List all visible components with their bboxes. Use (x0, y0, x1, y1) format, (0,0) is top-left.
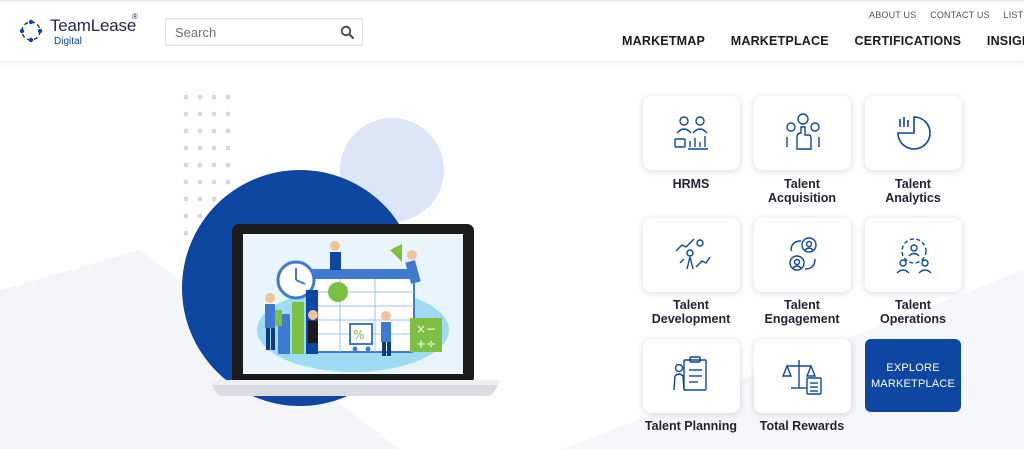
talent-planning-icon (672, 356, 707, 391)
laptop-illustration: ×− +÷ % (210, 224, 500, 396)
nav-marketmap[interactable]: MARKETMAP (622, 34, 705, 48)
brand-sub: Digital (54, 36, 82, 47)
search-box (165, 18, 363, 46)
site-header: TeamLease ® Digital ABOUT US CONTACT US … (0, 2, 1024, 62)
svg-text:×−: ×− (416, 322, 436, 336)
tile-talent-analytics-label: Talent Analytics (885, 177, 941, 205)
tile-talent-operations[interactable] (865, 218, 962, 292)
tile-talent-operations-label: Talent Operations (880, 298, 946, 326)
talent-engagement-icon (788, 237, 817, 271)
svg-text:+÷: +÷ (416, 337, 436, 351)
explore-line-2: MARKETPLACE (870, 377, 956, 390)
tile-talent-acquisition[interactable] (754, 96, 851, 170)
nav-insights[interactable]: INSIGHTS (987, 34, 1024, 48)
tile-hrms[interactable] (643, 96, 740, 170)
contact-us-link[interactable]: CONTACT US (930, 10, 990, 20)
nav-marketplace[interactable]: MARKETPLACE (731, 34, 829, 48)
tile-talent-planning-label: Talent Planning (644, 419, 738, 433)
explore-line-1: EXPLORE (886, 361, 940, 374)
about-us-link[interactable]: ABOUT US (869, 10, 916, 20)
svg-text:%: % (353, 328, 364, 342)
talent-development-icon (675, 238, 711, 270)
nav-certifications[interactable]: CERTIFICATIONS (854, 34, 961, 48)
search-icon[interactable] (340, 25, 354, 39)
list-your-link[interactable]: LIST YO (1004, 10, 1024, 20)
nav-insights-label: INSIGHTS (986, 34, 1024, 48)
tile-talent-development-label: Talent Development (651, 298, 731, 326)
talent-operations-icon (896, 238, 931, 274)
tile-total-rewards[interactable] (754, 339, 851, 413)
explore-marketplace-button[interactable]: EXPLORE MARKETPLACE (865, 339, 961, 412)
utility-links: ABOUT US CONTACT US LIST YO (869, 10, 1024, 20)
total-rewards-icon (781, 360, 822, 395)
brand-registered-mark: ® (132, 12, 138, 21)
hrms-icon (673, 116, 708, 150)
talent-acquisition-icon (785, 113, 820, 150)
main-nav: MARKETMAP MARKETPLACE CERTIFICATIONS INS… (622, 34, 1024, 48)
brand-name: TeamLease (50, 16, 137, 35)
tile-total-rewards-label: Total Rewards (759, 419, 845, 433)
tile-talent-planning[interactable] (643, 339, 740, 413)
logo-icon (19, 19, 43, 43)
search-input[interactable] (166, 19, 336, 45)
tile-talent-analytics[interactable] (865, 96, 962, 170)
tile-talent-engagement-label: Talent Engagement (764, 298, 840, 326)
tile-talent-engagement[interactable] (754, 218, 851, 292)
talent-analytics-icon (896, 116, 931, 150)
explore-marketplace-text: EXPLORE MARKETPLACE (871, 360, 955, 392)
tile-talent-acquisition-label: Talent Acquisition (767, 177, 837, 205)
tile-hrms-label: HRMS (672, 177, 710, 191)
teamlease-logo[interactable]: TeamLease ® Digital (18, 12, 148, 50)
tile-talent-development[interactable] (643, 218, 740, 292)
